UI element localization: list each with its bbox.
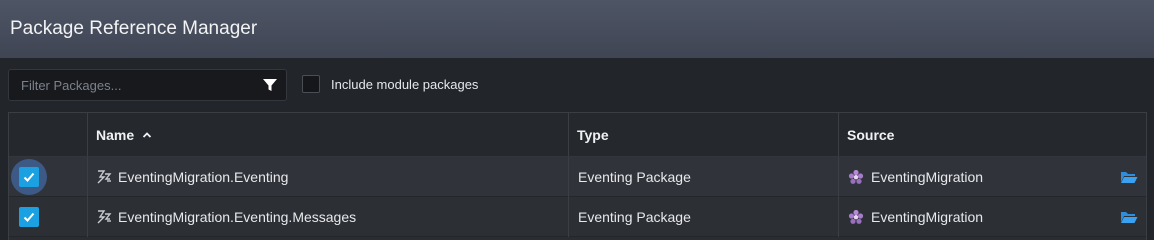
type-cell: Eventing Package — [568, 157, 838, 197]
checkmark-icon — [23, 212, 35, 222]
window-title: Package Reference Manager — [10, 18, 258, 39]
package-name: EventingMigration.Eventing — [118, 169, 289, 185]
package-type: Eventing Package — [578, 169, 691, 185]
table-header: Name Type Source — [9, 113, 1146, 157]
package-source: EventingMigration — [871, 169, 984, 185]
filter-box — [8, 69, 287, 101]
source-cell: EventingMigration — [838, 157, 1146, 197]
include-module-packages-label: Include module packages — [331, 77, 479, 92]
module-icon — [848, 209, 864, 224]
checkbox-focus-ring — [11, 159, 47, 195]
filter-packages-input[interactable] — [9, 70, 249, 100]
header-type-label: Type — [577, 126, 609, 143]
header-source-label: Source — [847, 126, 895, 143]
open-folder-icon[interactable] — [1120, 169, 1138, 185]
eventing-package-icon — [97, 170, 112, 184]
row-checkbox[interactable] — [19, 207, 39, 227]
package-source: EventingMigration — [871, 209, 984, 225]
checkmark-icon — [23, 172, 35, 182]
header-source[interactable]: Source — [838, 113, 1146, 156]
table-row[interactable]: EventingMigration.Eventing Eventing Pack… — [9, 157, 1146, 197]
toolbar: Include module packages — [0, 58, 1154, 112]
row-checkbox[interactable] — [19, 167, 39, 187]
table-row[interactable]: EventingMigration.Eventing.Messages Even… — [9, 197, 1146, 237]
chevron-up-icon — [143, 131, 152, 138]
package-name: EventingMigration.Eventing.Messages — [118, 209, 357, 225]
source-cell: EventingMigration — [838, 197, 1146, 237]
type-cell: Eventing Package — [568, 197, 838, 237]
checkbox-wrapper — [11, 199, 47, 235]
header-type[interactable]: Type — [568, 113, 838, 156]
select-cell — [9, 157, 87, 197]
eventing-package-icon — [97, 210, 112, 224]
header-name-label: Name — [96, 126, 135, 143]
name-cell: EventingMigration.Eventing — [87, 157, 568, 197]
package-type: Eventing Package — [578, 209, 691, 225]
funnel-icon[interactable] — [262, 77, 278, 93]
name-cell: EventingMigration.Eventing.Messages — [87, 197, 568, 237]
include-module-packages-checkbox[interactable] — [302, 75, 320, 93]
header-select-column[interactable] — [9, 113, 87, 156]
package-table: Name Type Source EventingMigration.Event… — [8, 112, 1147, 240]
header-name[interactable]: Name — [87, 113, 568, 156]
title-bar: Package Reference Manager — [0, 0, 1154, 58]
open-folder-icon[interactable] — [1120, 209, 1138, 225]
module-icon — [848, 169, 864, 184]
select-cell — [9, 197, 87, 237]
